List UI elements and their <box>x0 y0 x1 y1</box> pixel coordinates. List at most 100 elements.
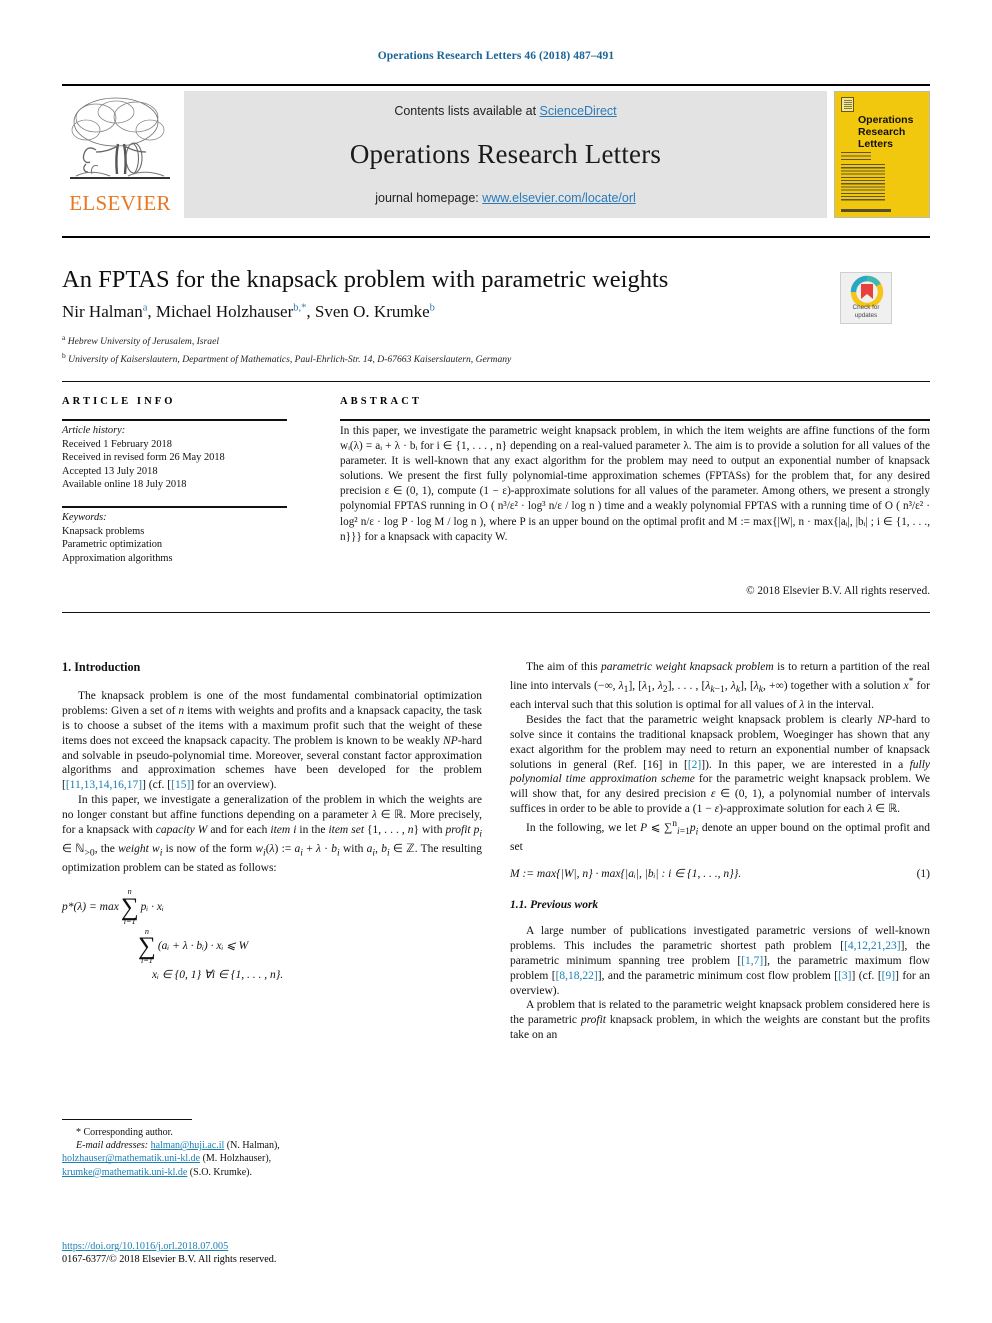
crossmark-line2: updates <box>854 311 878 319</box>
keywords-rule <box>62 506 287 508</box>
sum-lower: i=1 <box>123 916 136 926</box>
email-line-krumke: krumke@mathematik.uni-kl.de (S.O. Krumke… <box>62 1166 482 1179</box>
affiliation-a-marker: a <box>62 333 66 342</box>
cover-text-block-lower <box>841 164 885 201</box>
keywords-block: Keywords: Knapsack problems Parametric o… <box>62 511 302 565</box>
affiliation-b: b University of Kaiserslautern, Departme… <box>62 349 802 367</box>
equation-1: M := max{|W|, n} · max{|aᵢ|, |bᵢ| : i ∈ … <box>510 867 930 882</box>
objective-row: p*(λ) = max n ∑ i=1 pᵢ · xᵢ <box>62 888 482 926</box>
cover-title: Operations Research Letters <box>858 114 924 150</box>
sum-lower: i=1 <box>140 955 153 965</box>
journal-homepage-link[interactable]: www.elsevier.com/locate/orl <box>482 191 636 205</box>
homepage-prefix: journal homepage: <box>375 191 483 205</box>
abstract-band-top-rule <box>62 381 930 382</box>
citation-ref[interactable]: [4,12,21,23] <box>844 940 901 952</box>
journal-homepage-line: journal homepage: www.elsevier.com/locat… <box>184 191 827 205</box>
doi-block: https://doi.org/10.1016/j.orl.2018.07.00… <box>62 1240 482 1267</box>
author-list: Nir Halmana, Michael Holzhauserb,*, Sven… <box>62 302 435 321</box>
affiliation-b-text: University of Kaiserslautern, Department… <box>68 353 512 365</box>
author-1-affil-marker[interactable]: a <box>143 302 148 313</box>
email-owner-halman: (N. Halman), <box>226 1140 280 1152</box>
email-link-halman[interactable]: halman@huji.ac.il <box>151 1140 225 1151</box>
corresponding-author-note: * Corresponding author. <box>76 1127 173 1138</box>
abstract-band-bottom-rule <box>62 612 930 613</box>
paragraph-left-1: The knapsack problem is one of the most … <box>62 689 482 792</box>
constraint-row: n ∑ i=1 (aᵢ + λ · bᵢ) · xᵢ ⩽ W <box>136 927 482 965</box>
paragraph-right-2: Besides the fact that the parametric wei… <box>510 713 931 816</box>
sigma-glyph: ∑ <box>138 932 156 960</box>
sigma-glyph: ∑ <box>120 893 139 921</box>
contents-available-line: Contents lists available at ScienceDirec… <box>184 104 827 118</box>
running-head: Operations Research Letters 46 (2018) 48… <box>377 50 615 62</box>
affiliations: a Hebrew University of Jerusalem, Israel… <box>62 331 802 366</box>
email-owner-holzhauser: (M. Holzhauser), <box>202 1153 272 1165</box>
subsection-heading-previous-work: 1.1. Previous work <box>510 899 599 912</box>
history-item: Available online 18 July 2018 <box>62 479 187 491</box>
citation-ref[interactable]: [15] <box>171 779 190 791</box>
paragraph-right-1: The aim of this parametric weight knapsa… <box>510 661 930 711</box>
article-info-heading: ARTICLE INFO <box>62 396 176 407</box>
paragraph-right-5: A problem that is related to the paramet… <box>510 999 930 1042</box>
abstract-text: In this paper, we investigate the parame… <box>340 425 930 543</box>
journal-masthead: ELSEVIER Contents lists available at Sci… <box>62 84 930 218</box>
paragraph-right-3: In the following, we let P ⩽ ∑ni=1pi den… <box>510 818 930 854</box>
keyword-item: Approximation algorithms <box>62 552 173 564</box>
elsevier-tree-icon <box>70 97 170 179</box>
masthead-top-rule <box>62 84 930 86</box>
keyword-item: Knapsack problems <box>62 525 145 537</box>
email-addresses-note: E-mail addresses: halman@huji.ac.il (N. … <box>62 1139 482 1152</box>
paragraph-right-4: A large number of publications investiga… <box>510 924 931 997</box>
doi-line: https://doi.org/10.1016/j.orl.2018.07.00… <box>62 1240 482 1253</box>
constraint-term: (aᵢ + λ · bᵢ) · xᵢ ⩽ W <box>157 940 249 953</box>
sciencedirect-link[interactable]: ScienceDirect <box>540 104 617 118</box>
crossmark-line1: Check for <box>852 304 880 312</box>
citation-ref[interactable]: [11,13,14,16,17] <box>66 779 142 791</box>
body-column-left: 1. Introduction The knapsack problem is … <box>62 660 482 983</box>
abstract-heading: ABSTRACT <box>340 396 422 407</box>
abstract-copyright: © 2018 Elsevier B.V. All rights reserved… <box>746 585 930 597</box>
citation-ref[interactable]: [3] <box>838 970 851 982</box>
journal-cover-thumbnail[interactable]: Operations Research Letters <box>834 91 930 218</box>
author-3-affil-marker[interactable]: b <box>430 302 435 313</box>
crossmark-label: Check for updates <box>841 304 891 319</box>
email-link-krumke[interactable]: krumke@mathematik.uni-kl.de <box>62 1167 187 1178</box>
email-addresses-label: E-mail addresses: <box>76 1140 149 1152</box>
article-history-label: Article history: <box>62 425 126 436</box>
objective-term: pᵢ · xᵢ <box>140 900 164 913</box>
citation-ref[interactable]: [2] <box>688 759 701 771</box>
footnote-block: * Corresponding author. E-mail addresses… <box>62 1126 482 1179</box>
elsevier-wordmark: ELSEVIER <box>69 191 171 215</box>
citation-ref[interactable]: [9] <box>882 970 895 982</box>
citation-ref[interactable]: [1,7] <box>741 955 763 967</box>
issn-copyright-line: 0167-6377/© 2018 Elsevier B.V. All right… <box>62 1254 277 1266</box>
author-2: Michael Holzhauser <box>155 302 294 321</box>
affiliation-a-text: Hebrew University of Jerusalem, Israel <box>67 336 219 348</box>
article-info-rule <box>62 419 287 421</box>
citation-ref[interactable]: [8,18,22] <box>556 970 598 982</box>
equation-1-body: M := max{|W|, n} · max{|aᵢ|, |bᵢ| : i ∈ … <box>510 868 742 881</box>
title-separator-rule <box>62 236 930 238</box>
email-link-holzhauser[interactable]: holzhauser@mathematik.uni-kl.de <box>62 1153 200 1164</box>
history-item: Accepted 13 July 2018 <box>62 465 158 477</box>
history-item: Received in revised form 26 May 2018 <box>62 452 225 464</box>
author-3: Sven O. Krumke <box>314 302 430 321</box>
doi-link[interactable]: https://doi.org/10.1016/j.orl.2018.07.00… <box>62 1241 228 1252</box>
keyword-item: Parametric optimization <box>62 539 163 551</box>
cover-inner: Operations Research Letters <box>835 92 929 217</box>
crossmark-icon <box>850 275 884 309</box>
history-item: Received 1 February 2018 <box>62 438 172 450</box>
abstract-rule <box>340 419 930 421</box>
cover-title-line2: Research <box>858 126 906 138</box>
author-2-affil-marker[interactable]: b,* <box>293 302 306 313</box>
paragraph-left-2: In this paper, we investigate a generali… <box>62 794 483 875</box>
email-line-holzhauser: holzhauser@mathematik.uni-kl.de (M. Holz… <box>62 1152 482 1165</box>
summation-icon: n ∑ i=1 <box>120 888 139 926</box>
section-heading-introduction: 1. Introduction <box>62 660 141 674</box>
cover-title-line1: Operations <box>858 114 914 126</box>
journal-title: Operations Research Letters <box>349 139 662 169</box>
keywords-label: Keywords: <box>62 512 107 523</box>
contents-prefix: Contents lists available at <box>394 104 540 118</box>
cover-title-line3: Letters <box>858 138 894 150</box>
summation-icon: n ∑ i=1 <box>138 927 156 965</box>
crossmark-badge[interactable]: Check for updates <box>840 272 892 324</box>
